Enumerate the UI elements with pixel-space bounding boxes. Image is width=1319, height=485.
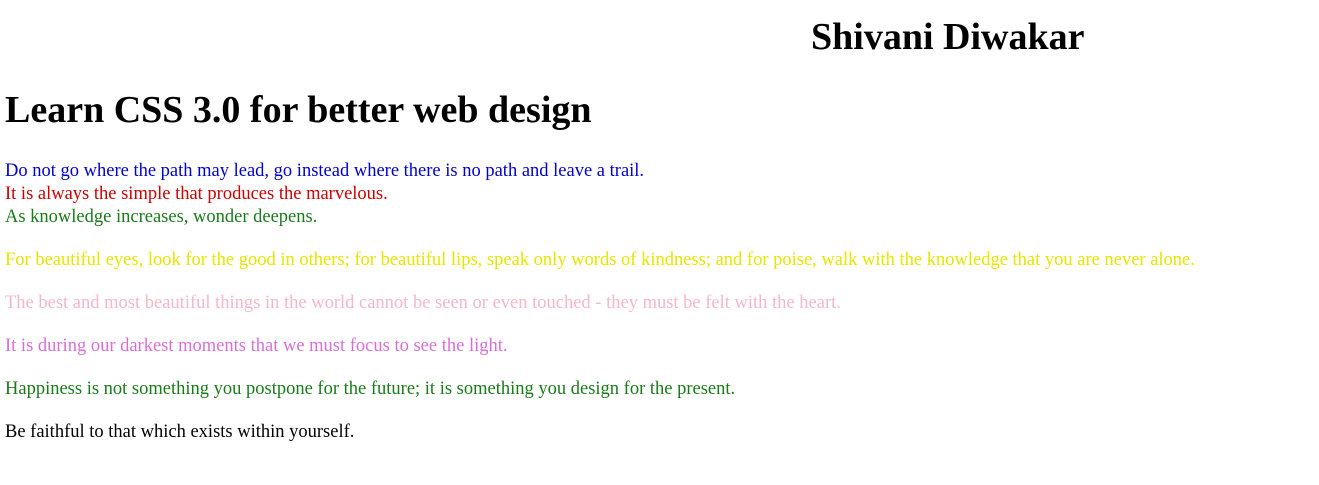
quote-darkest-moments: It is during our darkest moments that we… [5,336,508,356]
quote-beautiful-eyes: For beautiful eyes, look for the good in… [5,250,1195,270]
author-name: Shivani Diwakar [811,16,1085,58]
quote-trail: Do not go where the path may lead, go in… [5,161,645,181]
page: Shivani Diwakar Learn CSS 3.0 for better… [0,0,1319,485]
quote-knowledge: As knowledge increases, wonder deepens. [5,207,318,227]
page-title: Learn CSS 3.0 for better web design [5,89,592,131]
quote-best-things: The best and most beautiful things in th… [5,293,841,313]
quote-be-faithful: Be faithful to that which exists within … [5,422,355,442]
quote-happiness: Happiness is not something you postpone … [5,379,736,399]
quote-simple: It is always the simple that produces th… [5,184,388,204]
